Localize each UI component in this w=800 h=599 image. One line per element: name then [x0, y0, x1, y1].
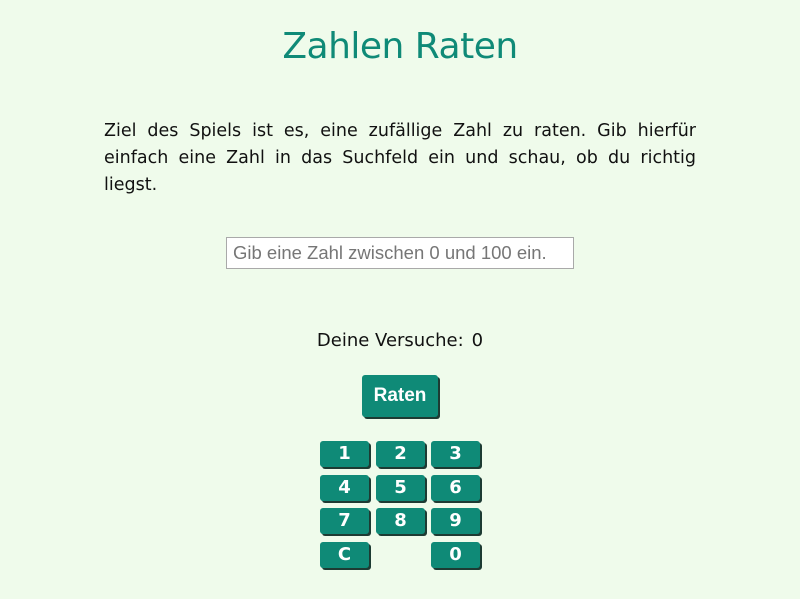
key-3[interactable]: 3	[431, 441, 480, 467]
key-1[interactable]: 1	[320, 441, 369, 467]
attempts-display: Deine Versuche: 0	[0, 330, 800, 351]
key-2[interactable]: 2	[376, 441, 425, 467]
key-4[interactable]: 4	[320, 475, 369, 501]
key-5[interactable]: 5	[376, 475, 425, 501]
key-7[interactable]: 7	[320, 508, 369, 534]
key-0[interactable]: 0	[431, 542, 480, 568]
guess-input[interactable]	[226, 237, 574, 269]
page-title: Zahlen Raten	[282, 26, 518, 67]
intro-text: Ziel des Spiels ist es, eine zufällige Z…	[104, 121, 696, 195]
number-keypad: 1 2 3 4 5 6 7 8 9 C 0	[320, 441, 482, 569]
attempts-count: 0	[471, 330, 484, 351]
key-6[interactable]: 6	[431, 475, 480, 501]
game-page: Zahlen Raten Ziel des Spiels ist es, ein…	[0, 0, 800, 599]
key-clear[interactable]: C	[320, 542, 369, 568]
guess-button[interactable]: Raten	[362, 375, 438, 417]
key-8[interactable]: 8	[376, 508, 425, 534]
attempts-label: Deine Versuche:	[316, 330, 464, 351]
key-9[interactable]: 9	[431, 508, 480, 534]
